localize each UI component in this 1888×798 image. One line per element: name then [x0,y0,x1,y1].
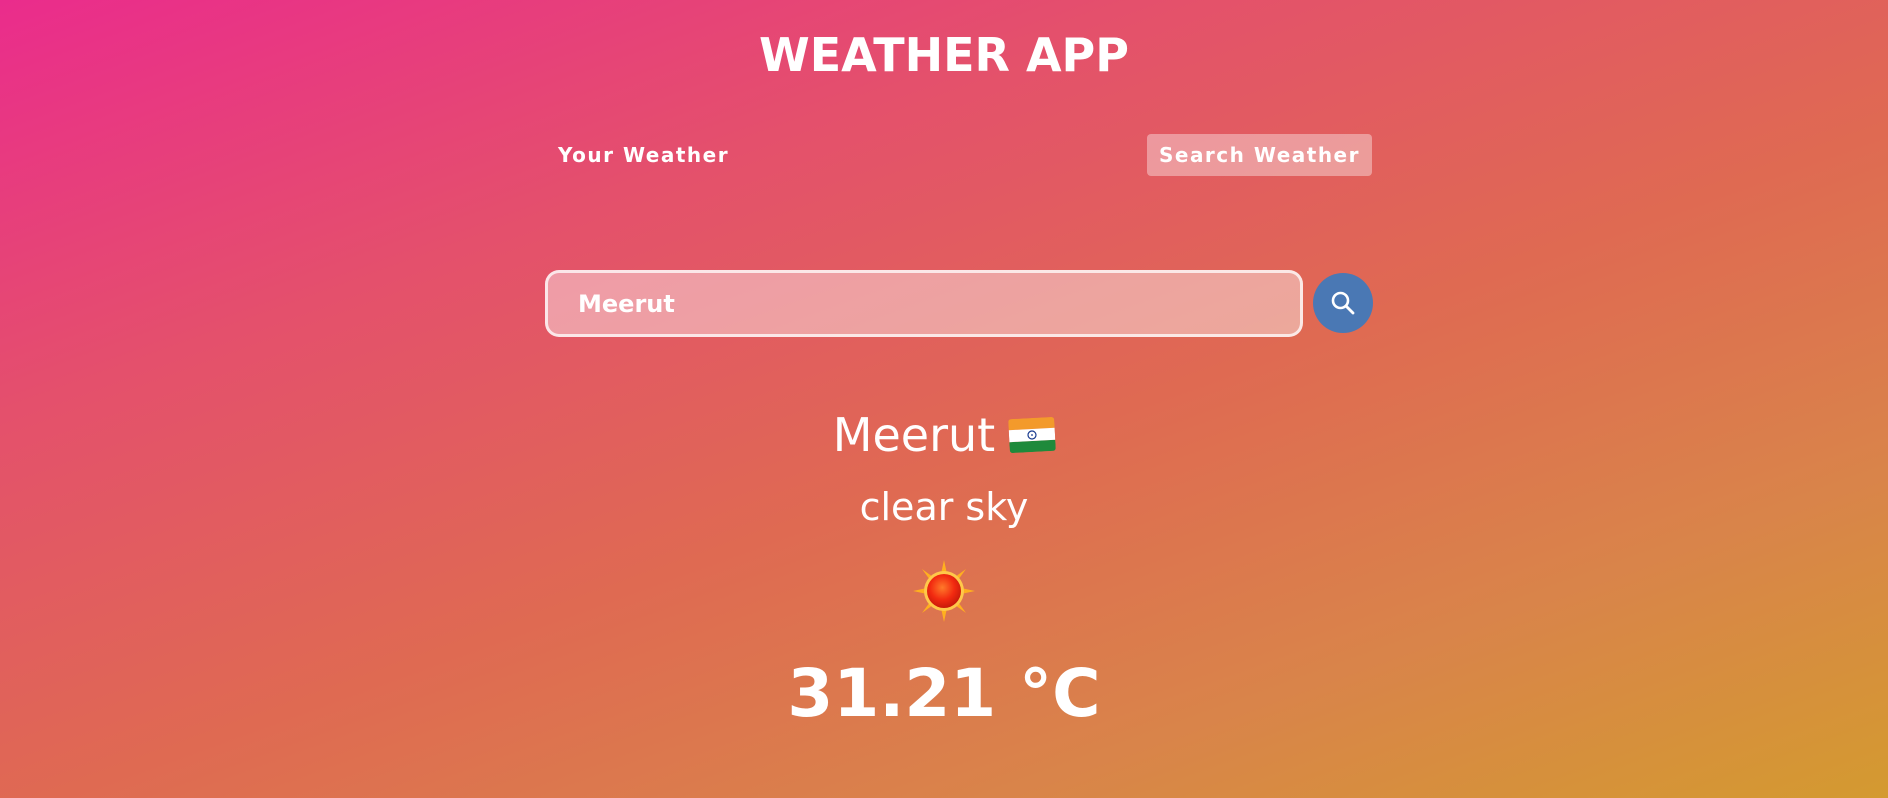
search-button[interactable] [1313,273,1373,333]
weather-info: Meerut clear sky 31.21 °C [0,400,1888,734]
tab-your-weather[interactable]: Your Weather [546,134,741,176]
india-flag-icon [1008,416,1057,454]
tab-bar: Your Weather Search Weather [546,134,1372,176]
search-icon [1329,289,1357,317]
weather-description: clear sky [859,485,1029,529]
tab-search-weather[interactable]: Search Weather [1146,134,1372,176]
city-name: Meerut [832,408,996,462]
city-heading: Meerut [0,400,1888,470]
search-input[interactable] [545,270,1303,337]
app-title: WEATHER APP [759,28,1129,82]
search-form [545,270,1373,337]
sun-icon [911,558,977,624]
temperature: 31.21 °C [787,655,1101,732]
